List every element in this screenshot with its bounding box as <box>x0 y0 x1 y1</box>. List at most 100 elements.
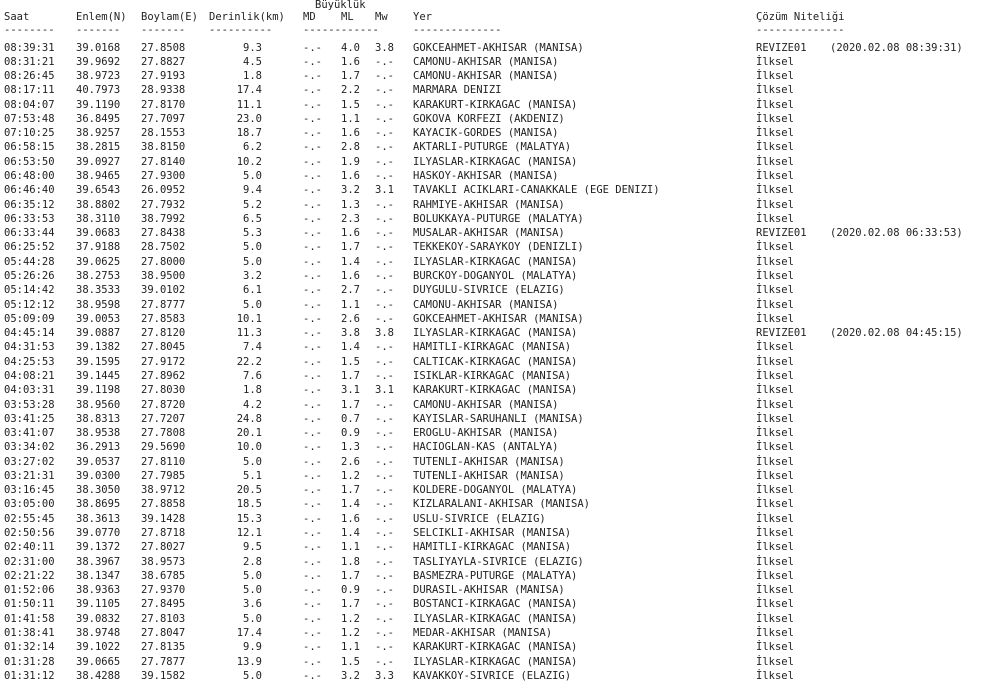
quake-solution: İlksel <box>756 427 794 440</box>
quake-longitude: 39.1428 <box>141 512 186 525</box>
quake-mw: -.- <box>375 455 394 468</box>
quake-time: 03:41:07 <box>4 427 55 440</box>
quake-time: 06:48:00 <box>4 170 55 183</box>
quake-ml: 1.6 <box>341 127 360 140</box>
quake-location: BURCKOY-DOGANYOL (MALATYA) <box>413 269 578 282</box>
quake-mw: -.- <box>375 541 394 554</box>
quake-depth: 17.4 <box>236 84 262 97</box>
quake-mw: -.- <box>375 227 394 240</box>
quake-time: 06:25:52 <box>4 241 55 254</box>
quake-md: -.- <box>303 527 322 540</box>
quake-location: CAMONU-AKHISAR (MANISA) <box>413 55 559 68</box>
quake-time: 03:34:02 <box>4 441 55 454</box>
quake-md: -.- <box>303 127 322 140</box>
quake-depth: 10.2 <box>236 155 262 168</box>
quake-location: BOSTANCI-KIRKAGAC (MANISA) <box>413 598 578 611</box>
quake-revision-date: (2020.02.08 06:33:53) <box>830 227 963 240</box>
quake-longitude: 27.8583 <box>141 312 186 325</box>
quake-time: 05:12:12 <box>4 298 55 311</box>
quake-longitude: 38.6785 <box>141 569 186 582</box>
quake-solution: İlksel <box>756 269 794 282</box>
quake-ml: 1.5 <box>341 98 360 111</box>
quake-depth: 5.0 <box>243 298 262 311</box>
quake-latitude: 39.0300 <box>76 469 121 482</box>
quake-md: -.- <box>303 555 322 568</box>
quake-latitude: 39.0665 <box>76 655 121 668</box>
quake-md: -.- <box>303 298 322 311</box>
quake-latitude: 38.3050 <box>76 484 121 497</box>
quake-location: HAMITLI-KIRKAGAC (MANISA) <box>413 341 572 354</box>
quake-longitude: 27.8045 <box>141 341 186 354</box>
quake-depth: 1.8 <box>243 384 262 397</box>
quake-location: HACIOGLAN-KAS (ANTALYA) <box>413 441 559 454</box>
quake-ml: 1.1 <box>341 112 360 125</box>
quake-mw: -.- <box>375 484 394 497</box>
quake-location: HAMITLI-KIRKAGAC (MANISA) <box>413 541 572 554</box>
quake-md: -.- <box>303 398 322 411</box>
quake-time: 02:40:11 <box>4 541 55 554</box>
quake-ml: 0.7 <box>341 412 360 425</box>
quake-md: -.- <box>303 441 322 454</box>
quake-ml: 1.6 <box>341 512 360 525</box>
quake-longitude: 27.8140 <box>141 155 186 168</box>
quake-solution: İlksel <box>756 412 794 425</box>
quake-longitude: 38.8150 <box>141 141 186 154</box>
separator-row: -------- ------- ------- ---------- ----… <box>4 23 845 37</box>
quake-solution: REVIZE01 <box>756 41 807 54</box>
quake-solution: İlksel <box>756 184 794 197</box>
quake-solution: İlksel <box>756 584 794 597</box>
quake-depth: 5.0 <box>243 612 262 625</box>
quake-time: 01:52:06 <box>4 584 55 597</box>
quake-depth: 5.0 <box>243 584 262 597</box>
quake-ml: 0.9 <box>341 584 360 597</box>
quake-md: -.- <box>303 70 322 83</box>
quake-md: -.- <box>303 227 322 240</box>
quake-mw: -.- <box>375 298 394 311</box>
quake-depth: 18.5 <box>236 498 262 511</box>
quake-solution: İlksel <box>756 298 794 311</box>
quake-latitude: 37.9188 <box>76 241 121 254</box>
quake-time: 03:05:00 <box>4 498 55 511</box>
quake-ml: 2.2 <box>341 84 360 97</box>
quake-ml: 1.7 <box>341 70 360 83</box>
quake-depth: 9.3 <box>243 41 262 54</box>
quake-time: 05:14:42 <box>4 284 55 297</box>
quake-md: -.- <box>303 98 322 111</box>
quake-location: DURASIL-AKHISAR (MANISA) <box>413 584 565 597</box>
quake-time: 06:46:40 <box>4 184 55 197</box>
quake-time: 01:31:28 <box>4 655 55 668</box>
quake-time: 07:10:25 <box>4 127 55 140</box>
quake-longitude: 27.8508 <box>141 41 186 54</box>
quake-mw: -.- <box>375 55 394 68</box>
quake-time: 01:50:11 <box>4 598 55 611</box>
quake-ml: 3.8 <box>341 327 360 340</box>
quake-solution: İlksel <box>756 669 794 682</box>
quake-longitude: 27.7985 <box>141 469 186 482</box>
quake-md: -.- <box>303 355 322 368</box>
quake-revision-date: (2020.02.08 08:39:31) <box>830 41 963 54</box>
quake-md: -.- <box>303 84 322 97</box>
quake-location: AKTARLI-PUTURGE (MALATYA) <box>413 141 572 154</box>
separator-time: -------- <box>4 24 55 36</box>
quake-depth: 9.9 <box>243 641 262 654</box>
quake-mw: -.- <box>375 555 394 568</box>
quake-time: 06:58:15 <box>4 141 55 154</box>
quake-longitude: 27.9193 <box>141 70 186 83</box>
quake-latitude: 38.3613 <box>76 512 121 525</box>
quake-solution: İlksel <box>756 141 794 154</box>
quake-md: -.- <box>303 412 322 425</box>
quake-md: -.- <box>303 284 322 297</box>
quake-time: 06:33:53 <box>4 212 55 225</box>
quake-mw: -.- <box>375 469 394 482</box>
quake-location: HASKOY-AKHISAR (MANISA) <box>413 170 559 183</box>
quake-location: KAYACIK-GORDES (MANISA) <box>413 127 559 140</box>
quake-longitude: 28.9338 <box>141 84 186 97</box>
quake-md: -.- <box>303 55 322 68</box>
quake-mw: -.- <box>375 641 394 654</box>
quake-mw: -.- <box>375 412 394 425</box>
quake-mw: -.- <box>375 269 394 282</box>
quake-location: CALTICAK-KIRKAGAC (MANISA) <box>413 355 578 368</box>
quake-longitude: 27.8000 <box>141 255 186 268</box>
quake-latitude: 39.0537 <box>76 455 121 468</box>
quake-location: GOKOVA KORFEZI (AKDENIZ) <box>413 112 565 125</box>
